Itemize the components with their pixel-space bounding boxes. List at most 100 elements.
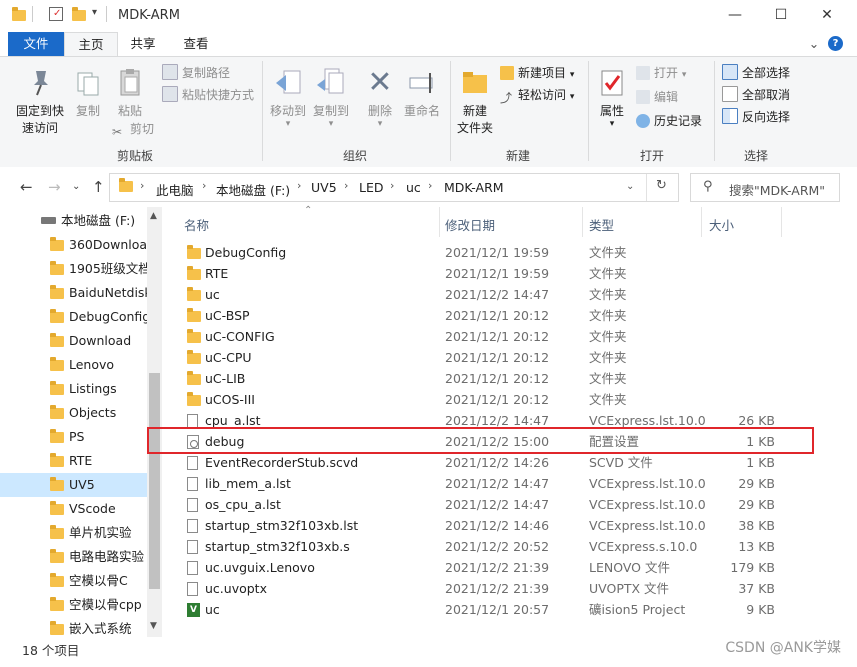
cut-button[interactable]: ✂ 剪切 xyxy=(112,119,154,139)
nav-item[interactable]: VScode xyxy=(0,497,148,521)
nav-item[interactable]: Lenovo xyxy=(0,353,148,377)
properties-button[interactable]: 属性 ▾ xyxy=(594,67,630,129)
paste-button[interactable]: 粘贴 xyxy=(110,67,150,120)
file-row[interactable]: uC-LIB 2021/12/1 20:12 文件夹 xyxy=(183,368,835,389)
tab-file[interactable]: 文件 xyxy=(8,32,64,56)
paste-shortcut-button[interactable]: 粘贴快捷方式 xyxy=(162,85,254,105)
file-row[interactable]: uC-CONFIG 2021/12/1 20:12 文件夹 xyxy=(183,326,835,347)
history-icon xyxy=(636,114,650,128)
nav-item[interactable]: RTE xyxy=(0,449,148,473)
edit-button[interactable]: 编辑 xyxy=(636,87,678,107)
scrollbar-thumb[interactable] xyxy=(149,373,160,589)
nav-item[interactable]: 空模以骨C xyxy=(0,569,148,593)
copy-path-button[interactable]: 复制路径 xyxy=(162,63,230,83)
file-row[interactable]: uC-BSP 2021/12/1 20:12 文件夹 xyxy=(183,305,835,326)
delete-button[interactable]: ✕ 删除 ▾ xyxy=(362,67,398,129)
nav-item[interactable]: 单片机实验 xyxy=(0,521,148,545)
breadcrumb-mdk-arm[interactable]: MDK-ARM xyxy=(444,180,504,195)
move-to-button[interactable]: 移动到 ▾ xyxy=(268,67,308,129)
nav-item[interactable]: 空模以骨cpp xyxy=(0,593,148,617)
nav-item-label: RTE xyxy=(69,453,93,468)
close-button[interactable]: ✕ xyxy=(804,0,850,30)
folder-icon xyxy=(50,453,64,467)
tab-share[interactable]: 共享 xyxy=(120,32,166,56)
folder-icon xyxy=(187,245,201,259)
properties-quick-icon[interactable]: ✓ xyxy=(49,7,63,21)
invert-selection-button[interactable]: 反向选择 xyxy=(722,107,790,127)
nav-item[interactable]: BaiduNetdisk xyxy=(0,281,148,305)
column-header-size[interactable]: 大小 xyxy=(709,215,734,234)
file-row[interactable]: DebugConfig 2021/12/1 19:59 文件夹 xyxy=(183,242,835,263)
document-icon xyxy=(187,456,198,470)
column-header-date[interactable]: 修改日期 xyxy=(445,215,495,234)
file-row[interactable]: uc.uvoptx 2021/12/2 21:39 UVOPTX 文件 37 KB xyxy=(183,578,835,599)
chevron-down-icon[interactable]: ⌄ xyxy=(806,32,822,56)
nav-item[interactable]: 360Downloads xyxy=(0,233,148,257)
file-row[interactable]: Vuc 2021/12/1 20:57 礦ision5 Project 9 KB xyxy=(183,599,835,620)
nav-item-label: Listings xyxy=(69,381,117,396)
file-row[interactable]: RTE 2021/12/1 19:59 文件夹 xyxy=(183,263,835,284)
nav-pane-scrollbar[interactable]: ▲ ▼ xyxy=(147,207,162,637)
file-row[interactable]: EventRecorderStub.scvd 2021/12/2 14:26 SCV… xyxy=(183,452,835,473)
maximize-button[interactable]: ☐ xyxy=(758,0,804,30)
select-all-button[interactable]: 全部选择 xyxy=(722,63,790,83)
new-item-button[interactable]: 新建项目 ▾ xyxy=(500,63,574,83)
minimize-button[interactable]: — xyxy=(712,0,758,30)
divider xyxy=(781,207,782,237)
file-row[interactable]: startup_stm32f103xb.lst 2021/12/2 14:46 VC… xyxy=(183,515,835,536)
tab-home[interactable]: 主页 xyxy=(64,32,118,57)
address-bar[interactable]: › 此电脑 › 本地磁盘 (F:) › UV5 › LED › uc › MDK… xyxy=(109,173,679,202)
nav-item[interactable]: Listings xyxy=(0,377,148,401)
pin-to-quick-access-button[interactable]: 固定到快 速访问 xyxy=(12,67,68,137)
address-dropdown-chevron-icon[interactable]: ⌄ xyxy=(626,181,634,192)
back-arrow-icon[interactable]: ← xyxy=(20,178,33,196)
breadcrumb-uc[interactable]: uc xyxy=(406,180,421,195)
nav-item[interactable]: 1905班级文档 xyxy=(0,257,148,281)
nav-item[interactable]: 电路电路实验 xyxy=(0,545,148,569)
new-folder-button[interactable]: 新建 文件夹 xyxy=(454,67,496,137)
copy-to-button[interactable]: 复制到 ▾ xyxy=(310,67,352,129)
nav-item[interactable]: 嵌入式系统 xyxy=(0,617,148,637)
forward-arrow-icon[interactable]: → xyxy=(48,178,61,196)
chevron-down-icon: ▾ xyxy=(609,119,615,129)
help-icon[interactable]: ? xyxy=(828,36,843,51)
tab-view[interactable]: 查看 xyxy=(172,32,220,56)
file-date: 2021/12/2 14:47 xyxy=(445,476,550,491)
file-row[interactable]: startup_stm32f103xb.s 2021/12/2 20:52 VCEx… xyxy=(183,536,835,557)
rename-button[interactable]: 重命名 xyxy=(400,67,444,120)
new-folder-quick-icon[interactable] xyxy=(72,7,86,21)
file-row[interactable]: uc.uvguix.Lenovo 2021/12/2 21:39 LENOVO 文件… xyxy=(183,557,835,578)
customize-quick-access-icon[interactable]: ▾ xyxy=(92,7,106,21)
easy-access-button[interactable]: ⤴ 轻松访问 ▾ xyxy=(500,85,574,105)
breadcrumb-led[interactable]: LED xyxy=(359,180,384,195)
search-box[interactable]: ⚲ 搜索"MDK-ARM" xyxy=(690,173,840,202)
up-arrow-icon[interactable]: ↑ xyxy=(92,178,105,196)
nav-item-drive[interactable]: 本地磁盘 (F:) xyxy=(0,209,148,233)
recent-locations-chevron-icon[interactable]: ⌄ xyxy=(72,181,80,192)
watermark: CSDN @ANK学媒 xyxy=(725,640,841,656)
folder-icon xyxy=(50,501,64,515)
file-row[interactable]: lib_mem_a.lst 2021/12/2 14:47 VCExpress.ls… xyxy=(183,473,835,494)
file-row[interactable]: uc 2021/12/2 14:47 文件夹 xyxy=(183,284,835,305)
column-header-name[interactable]: 名称 xyxy=(184,215,209,234)
history-button[interactable]: 历史记录 xyxy=(636,111,702,131)
open-button[interactable]: 打开 ▾ xyxy=(636,63,686,83)
scroll-up-icon[interactable]: ▲ xyxy=(150,211,157,221)
nav-item[interactable]: DebugConfig xyxy=(0,305,148,329)
folder-icon xyxy=(50,381,64,395)
refresh-icon[interactable]: ↻ xyxy=(656,178,667,193)
file-row[interactable]: uC-CPU 2021/12/1 20:12 文件夹 xyxy=(183,347,835,368)
nav-item[interactable]: PS xyxy=(0,425,148,449)
column-header-type[interactable]: 类型 xyxy=(589,215,614,234)
breadcrumb-this-pc[interactable]: 此电脑 xyxy=(156,180,194,199)
file-row[interactable]: os_cpu_a.lst 2021/12/2 14:47 VCExpress.lst… xyxy=(183,494,835,515)
breadcrumb-drive-f[interactable]: 本地磁盘 (F:) xyxy=(216,180,290,199)
breadcrumb-uv5[interactable]: UV5 xyxy=(311,180,337,195)
file-row[interactable]: uCOS-III 2021/12/1 20:12 文件夹 xyxy=(183,389,835,410)
copy-button[interactable]: 复制 xyxy=(68,67,108,120)
select-none-button[interactable]: 全部取消 xyxy=(722,85,790,105)
nav-item[interactable]: UV5 xyxy=(0,473,148,497)
scroll-down-icon[interactable]: ▼ xyxy=(150,621,157,631)
nav-item[interactable]: Objects xyxy=(0,401,148,425)
nav-item[interactable]: Download xyxy=(0,329,148,353)
